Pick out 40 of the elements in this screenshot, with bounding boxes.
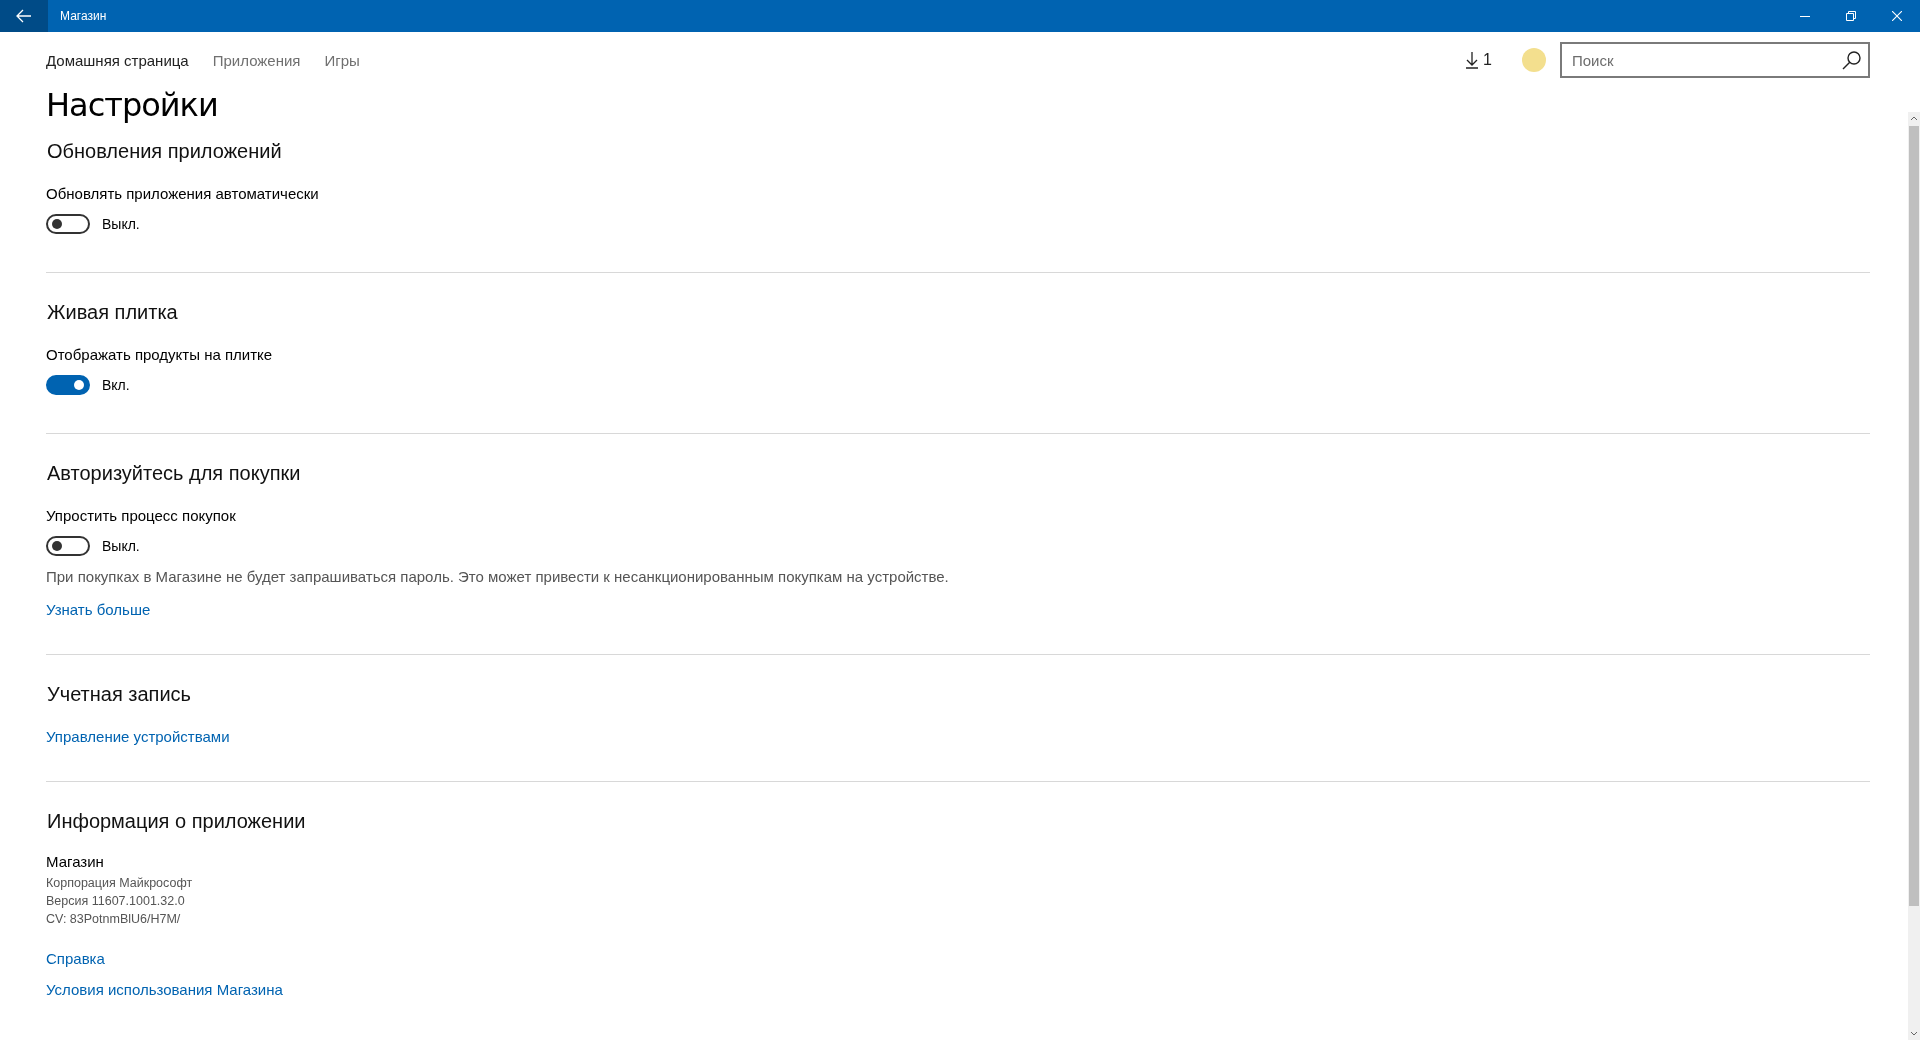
toggle-switch[interactable]	[46, 536, 90, 556]
setting-label: Обновлять приложения автоматически	[46, 185, 320, 202]
app-info-text: CV: 83PotnmBlU6/H7M/	[46, 911, 182, 928]
minimize-icon	[1800, 15, 1810, 17]
section-heading: Обновления приложений	[47, 140, 283, 163]
setting-label: Отображать продукты на плитке	[46, 346, 274, 363]
section-heading: Живая плитка	[47, 301, 179, 324]
scrollbar-thumb[interactable]	[1909, 126, 1919, 906]
section-heading: Информация о приложении	[47, 810, 307, 833]
link[interactable]: Узнать больше	[46, 601, 151, 618]
toggle-state: Вкл.	[102, 377, 130, 393]
nav-tab[interactable]: Домашняя страница	[46, 51, 189, 69]
search-icon[interactable]	[1842, 50, 1862, 70]
section-heading: Учетная запись	[47, 683, 192, 706]
setting-label: Упростить процесс покупок	[46, 507, 237, 524]
section-heading: Авторизуйтесь для покупки	[47, 462, 302, 485]
toggle-state: Выкл.	[102, 538, 140, 554]
search-field[interactable]: Поиск	[1560, 42, 1870, 78]
app-info-text: Корпорация Майкрософт	[46, 875, 194, 892]
description-text: При покупках в Магазине не будет запрашиваться пароль. Это может привести к несанкционированным покупкам на устройстве.	[46, 568, 950, 585]
nav-tab[interactable]: Игры	[324, 51, 360, 69]
app-name: Магазин	[46, 853, 105, 870]
nav-tab[interactable]: Приложения	[212, 51, 301, 69]
restore-icon	[1846, 11, 1856, 21]
downloads-button[interactable]: 1	[1459, 50, 1498, 70]
page-title: Настройки	[46, 86, 219, 124]
download-count: 1	[1483, 51, 1492, 69]
download-icon	[1465, 51, 1480, 69]
close-icon	[1892, 11, 1902, 21]
link[interactable]: Управление устройствами	[46, 728, 230, 745]
app-info-text: Версия 11607.1001.32.0	[46, 893, 186, 910]
window-title: Магазин	[60, 9, 108, 23]
scrollbar[interactable]	[1908, 112, 1920, 1040]
toggle-state: Выкл.	[102, 216, 140, 232]
toggle-switch[interactable]	[46, 375, 90, 395]
link[interactable]: Справка	[46, 950, 105, 967]
back-button[interactable]	[0, 0, 48, 32]
link[interactable]: Условия использования Магазина	[46, 981, 283, 998]
toggle-switch[interactable]	[46, 214, 90, 234]
back-arrow-icon	[16, 9, 32, 23]
